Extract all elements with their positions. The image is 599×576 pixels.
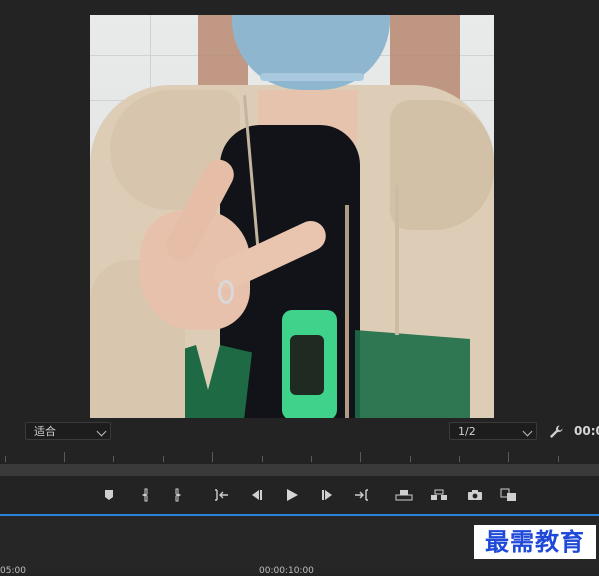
step-back-icon[interactable]	[247, 485, 267, 505]
export-frame-camera-icon[interactable]	[465, 485, 485, 505]
chevron-down-icon	[96, 426, 107, 437]
go-to-out-icon[interactable]	[351, 485, 371, 505]
monitor-time-ruler[interactable]	[0, 444, 599, 464]
playhead-timecode[interactable]: 00:0	[574, 424, 599, 438]
comparison-view-icon[interactable]	[499, 485, 519, 505]
mark-in-icon[interactable]	[136, 485, 156, 505]
step-forward-icon[interactable]	[317, 485, 337, 505]
transport-controls	[0, 476, 599, 514]
play-icon[interactable]	[282, 485, 302, 505]
video-preview-frame	[90, 15, 494, 418]
timeline-time-label: 05:00	[0, 566, 26, 576]
timeline-time-label: 00:00:10:00	[259, 566, 314, 576]
watermark-logo: 最需教育	[474, 525, 596, 559]
monitor-zoom-scrollbar[interactable]	[0, 464, 599, 476]
add-marker-icon[interactable]	[99, 485, 119, 505]
chevron-down-icon	[522, 426, 533, 437]
mark-out-icon[interactable]	[167, 485, 187, 505]
playback-resolution-select[interactable]: 1/2	[449, 422, 537, 440]
go-to-in-icon[interactable]	[212, 485, 232, 505]
extract-icon[interactable]	[429, 485, 449, 505]
program-monitor	[0, 0, 599, 418]
playback-resolution-value: 1/2	[458, 425, 476, 438]
fit-zoom-value: 适合	[34, 425, 56, 438]
monitor-control-row: 适合 1/2	[0, 418, 599, 444]
settings-wrench-icon[interactable]	[548, 424, 564, 440]
lift-icon[interactable]	[394, 485, 414, 505]
fit-zoom-select[interactable]: 适合	[25, 422, 111, 440]
